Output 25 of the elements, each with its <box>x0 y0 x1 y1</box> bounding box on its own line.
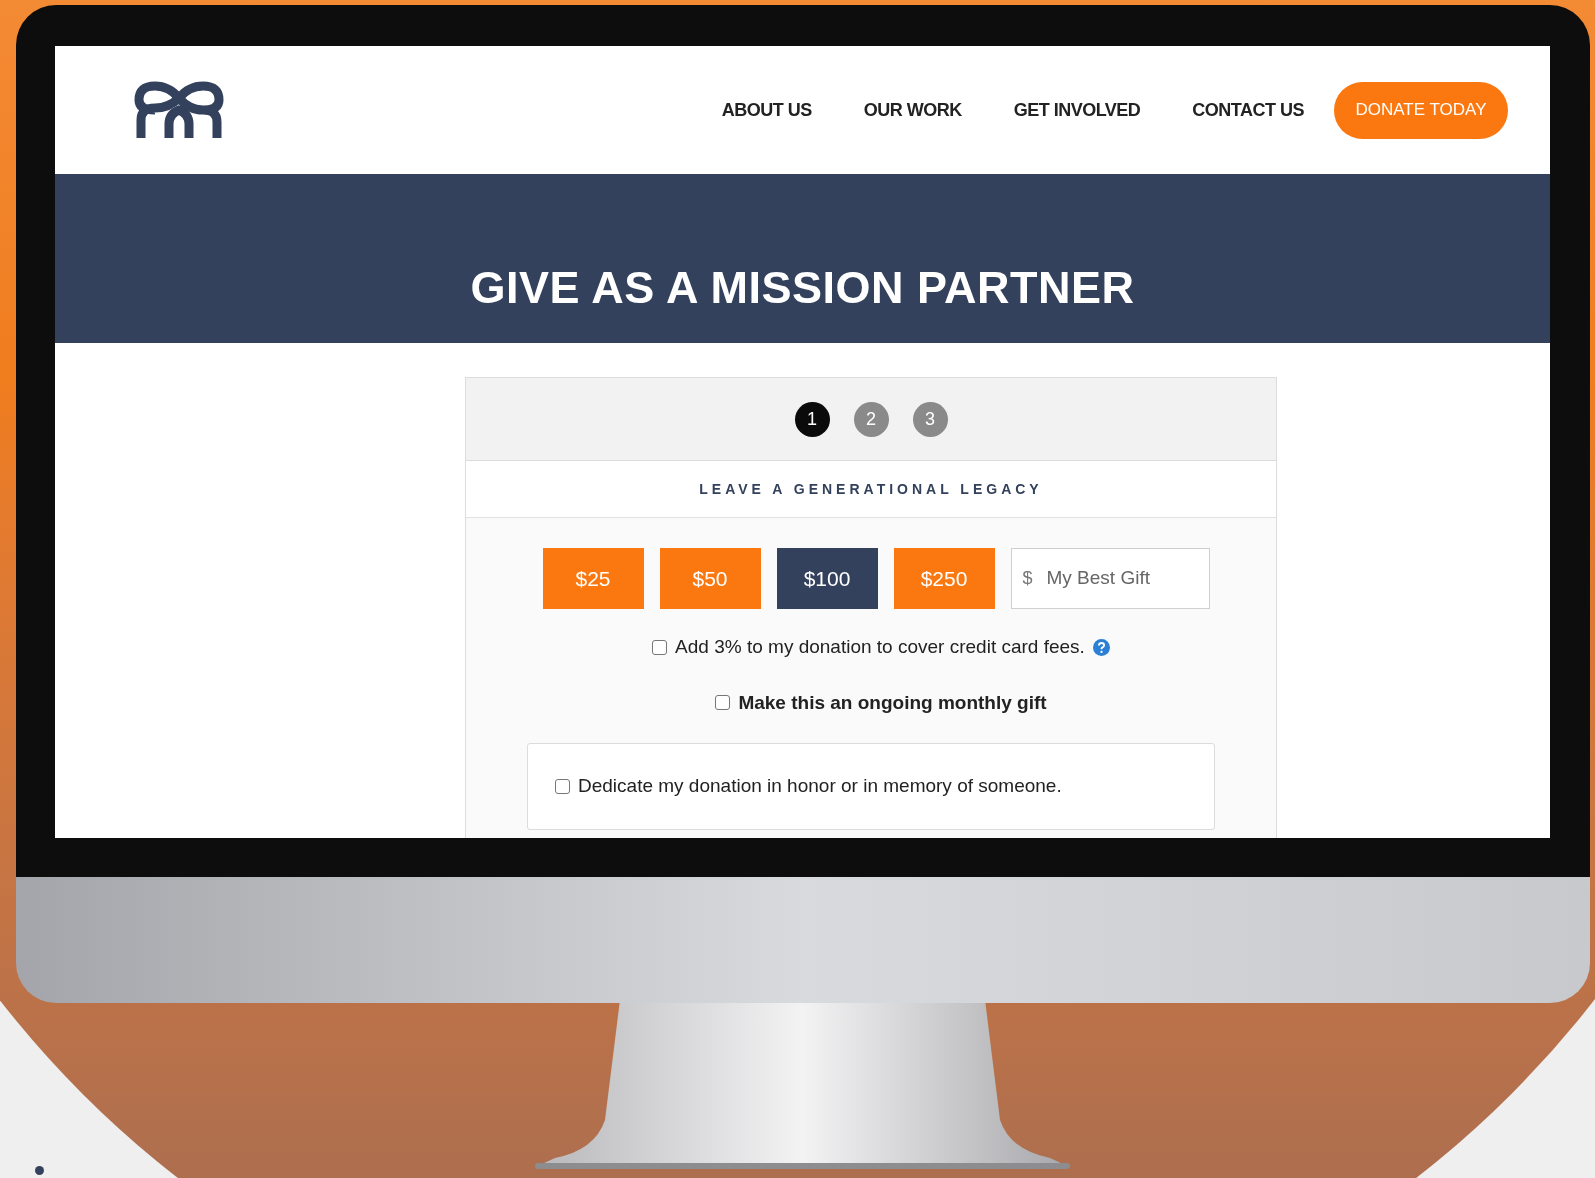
banner-title: GIVE AS A MISSION PARTNER <box>470 260 1135 315</box>
nav-link[interactable]: CONTACT US <box>1192 96 1304 124</box>
checkbox-label: Dedicate my donation in honor or in memory of someone. <box>578 774 1062 799</box>
checkbox[interactable] <box>555 779 570 794</box>
logo-icon[interactable] <box>133 80 225 140</box>
step-indicator[interactable]: 2 <box>853 401 889 437</box>
help-icon[interactable] <box>1092 638 1110 656</box>
checkbox[interactable] <box>652 639 668 655</box>
donate-button[interactable]: DONATE TODAY <box>1334 81 1508 139</box>
nav-link[interactable]: OUR WORK <box>863 96 962 124</box>
currency-prefix: $ <box>1022 567 1033 590</box>
amount-button[interactable]: $50 <box>659 548 761 609</box>
custom-amount-field[interactable]: $ My Best Gift <box>1010 548 1210 609</box>
amount-button[interactable]: $25 <box>542 548 644 609</box>
checkbox-label: Make this an ongoing monthly gift <box>738 690 1047 715</box>
form-heading: LEAVE A GENERATIONAL LEGACY <box>699 479 1043 499</box>
nav-link[interactable]: GET INVOLVED <box>1013 96 1141 124</box>
step-indicator[interactable]: 3 <box>912 401 948 437</box>
checkbox[interactable] <box>715 695 731 711</box>
nav-link[interactable]: ABOUT US <box>721 96 812 124</box>
amount-button[interactable]: $100 <box>776 548 878 609</box>
checkbox-label: Add 3% to my donation to cover credit card fees. <box>675 635 1085 659</box>
step-indicator[interactable]: 1 <box>794 401 830 437</box>
amount-input[interactable]: My Best Gift <box>1046 564 1197 593</box>
amount-button[interactable]: $250 <box>893 548 995 609</box>
